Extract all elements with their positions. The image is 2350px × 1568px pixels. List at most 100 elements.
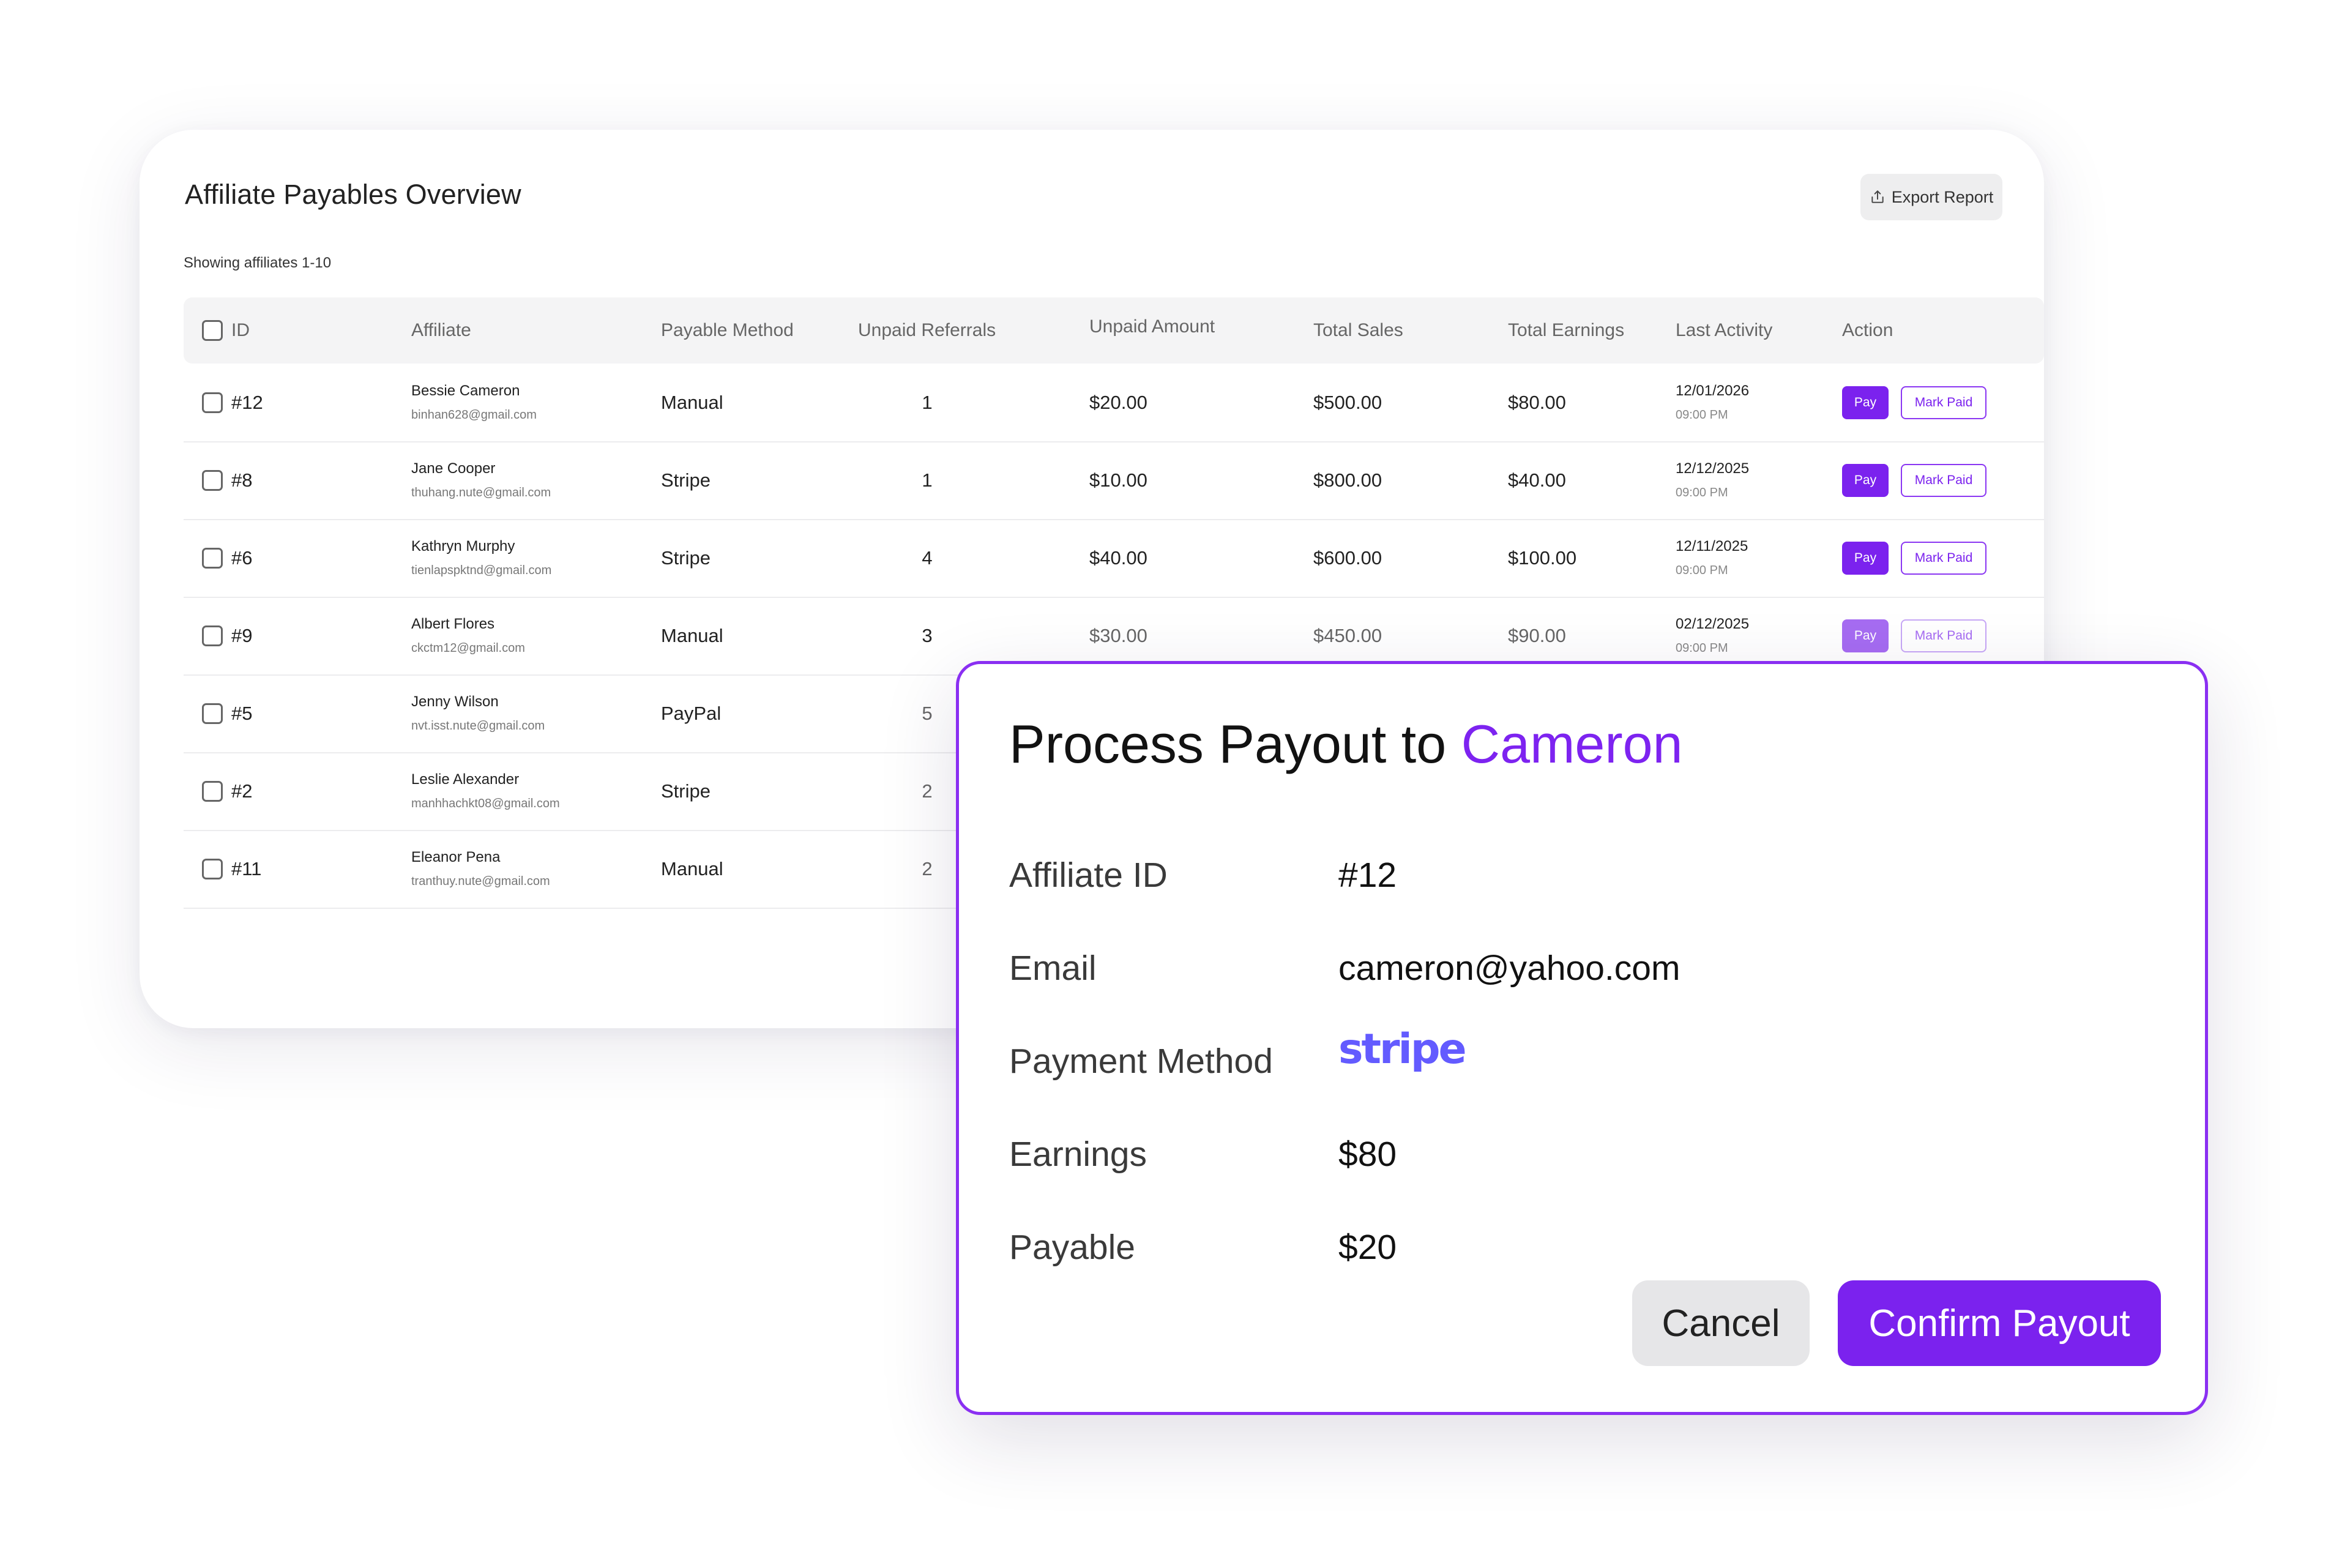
unpaid-amount: $20.00 (1089, 391, 1147, 413)
mark-paid-button[interactable]: Mark Paid (1901, 463, 1986, 497)
payable-method: Stripe (661, 547, 711, 569)
payable-value: $20 (1338, 1228, 1397, 1267)
affiliate-name: Eleanor Pena (411, 849, 501, 865)
table-header: ID Affiliate Payable Method Unpaid Refer… (184, 297, 2044, 364)
payable-method: Stripe (661, 469, 711, 491)
mark-paid-button[interactable]: Mark Paid (1901, 386, 1986, 419)
row-checkbox[interactable] (202, 780, 223, 802)
select-all-checkbox[interactable] (202, 320, 223, 341)
column-header-total-sales: Total Sales (1313, 320, 1403, 340)
total-sales: $600.00 (1313, 547, 1382, 569)
affiliate-name: Bessie Cameron (411, 383, 520, 399)
total-sales: $800.00 (1313, 469, 1382, 491)
column-header-payable-method: Payable Method (661, 320, 794, 340)
unpaid-referrals: 5 (922, 702, 933, 724)
pay-button[interactable]: Pay (1842, 541, 1889, 575)
unpaid-referrals: 4 (922, 547, 933, 569)
last-activity-date: 12/12/2025 (1676, 460, 1750, 477)
affiliate-name: Kathryn Murphy (411, 538, 515, 554)
unpaid-referrals: 2 (922, 780, 933, 802)
affiliate-id-label: Affiliate ID (1009, 856, 1168, 895)
last-activity-date: 02/12/2025 (1676, 616, 1750, 632)
export-icon (1871, 190, 1884, 203)
last-activity-time: 09:00 PM (1676, 564, 1728, 577)
affiliate-name: Albert Flores (411, 616, 495, 632)
last-activity-time: 09:00 PM (1676, 408, 1728, 422)
affiliate-id: #2 (231, 780, 253, 802)
showing-count: Showing affiliates 1-10 (184, 255, 332, 271)
affiliate-email: tienlapspktnd@gmail.com (411, 564, 552, 577)
confirm-payout-button[interactable]: Confirm Payout (1838, 1280, 2161, 1366)
row-checkbox[interactable] (202, 469, 223, 491)
process-payout-dialog: Process Payout to Cameron Affiliate ID #… (956, 661, 2208, 1415)
column-header-id: ID (231, 320, 250, 340)
column-header-affiliate: Affiliate (411, 320, 471, 340)
total-earnings: $40.00 (1508, 469, 1566, 491)
column-header-total-earnings: Total Earnings (1508, 320, 1625, 340)
earnings-label: Earnings (1009, 1135, 1147, 1174)
column-header-unpaid-amount: Unpaid Amount (1089, 316, 1215, 337)
table-row: #8 Jane Cooper thuhang.nute@gmail.com St… (184, 441, 2044, 520)
payable-method: Manual (661, 624, 723, 646)
payable-method: Manual (661, 391, 723, 413)
last-activity-time: 09:00 PM (1676, 486, 1728, 499)
column-header-action: Action (1842, 320, 1893, 340)
affiliate-name: Leslie Alexander (411, 771, 520, 788)
affiliate-email: manhhachkt08@gmail.com (411, 797, 560, 810)
column-header-unpaid-referrals: Unpaid Referrals (858, 320, 996, 340)
export-report-label: Export Report (1891, 187, 1994, 206)
dialog-title-affiliate-name: Cameron (1461, 714, 1683, 774)
payable-method: Manual (661, 857, 723, 879)
unpaid-referrals: 1 (922, 469, 933, 491)
row-checkbox[interactable] (202, 625, 223, 646)
earnings-value: $80 (1338, 1135, 1397, 1174)
affiliate-id: #11 (231, 857, 262, 879)
email-label: Email (1009, 949, 1097, 988)
export-report-button[interactable]: Export Report (1860, 174, 2002, 220)
affiliate-email: ckctm12@gmail.com (411, 641, 525, 655)
dialog-title: Process Payout to Cameron (1009, 713, 1683, 775)
mark-paid-button[interactable]: Mark Paid (1901, 541, 1986, 575)
stripe-logo: stripe (1338, 1025, 1467, 1073)
affiliate-id-value: #12 (1338, 856, 1397, 895)
payable-label: Payable (1009, 1228, 1135, 1267)
affiliate-id: #12 (231, 391, 263, 413)
last-activity-date: 12/11/2025 (1676, 538, 1748, 554)
affiliate-id: #6 (231, 547, 253, 569)
row-checkbox[interactable] (202, 703, 223, 724)
affiliate-id: #9 (231, 624, 253, 646)
unpaid-referrals: 1 (922, 391, 933, 413)
payable-method: PayPal (661, 702, 722, 724)
affiliate-name: Jane Cooper (411, 460, 496, 477)
row-checkbox[interactable] (202, 392, 223, 413)
last-activity-date: 12/01/2026 (1676, 383, 1750, 399)
affiliate-id: #8 (231, 469, 253, 491)
pay-button[interactable]: Pay (1842, 386, 1889, 419)
affiliate-email: thuhang.nute@gmail.com (411, 486, 551, 499)
last-activity-time: 09:00 PM (1676, 641, 1728, 655)
pay-button[interactable]: Pay (1842, 619, 1889, 652)
affiliate-id: #5 (231, 702, 253, 724)
row-checkbox[interactable] (202, 547, 223, 569)
affiliate-email: nvt.isst.nute@gmail.com (411, 719, 545, 733)
table-row: #6 Kathryn Murphy tienlapspktnd@gmail.co… (184, 519, 2044, 598)
affiliate-email: tranthuy.nute@gmail.com (411, 875, 550, 888)
unpaid-amount: $40.00 (1089, 547, 1147, 569)
cancel-button[interactable]: Cancel (1632, 1280, 1810, 1366)
unpaid-referrals: 3 (922, 624, 933, 646)
affiliate-name: Jenny Wilson (411, 693, 499, 710)
payable-method: Stripe (661, 780, 711, 802)
row-checkbox[interactable] (202, 858, 223, 879)
total-earnings: $80.00 (1508, 391, 1566, 413)
unpaid-referrals: 2 (922, 857, 933, 879)
dialog-title-prefix: Process Payout to (1009, 714, 1461, 774)
page-title: Affiliate Payables Overview (185, 179, 521, 210)
table-row: #12 Bessie Cameron binhan628@gmail.com M… (184, 364, 2044, 442)
email-value: cameron@yahoo.com (1338, 949, 1680, 988)
payment-method-label: Payment Method (1009, 1042, 1273, 1081)
affiliate-email: binhan628@gmail.com (411, 408, 537, 422)
total-sales: $500.00 (1313, 391, 1382, 413)
pay-button[interactable]: Pay (1842, 463, 1889, 497)
mark-paid-button[interactable]: Mark Paid (1901, 619, 1986, 652)
column-header-last-activity: Last Activity (1676, 320, 1773, 340)
